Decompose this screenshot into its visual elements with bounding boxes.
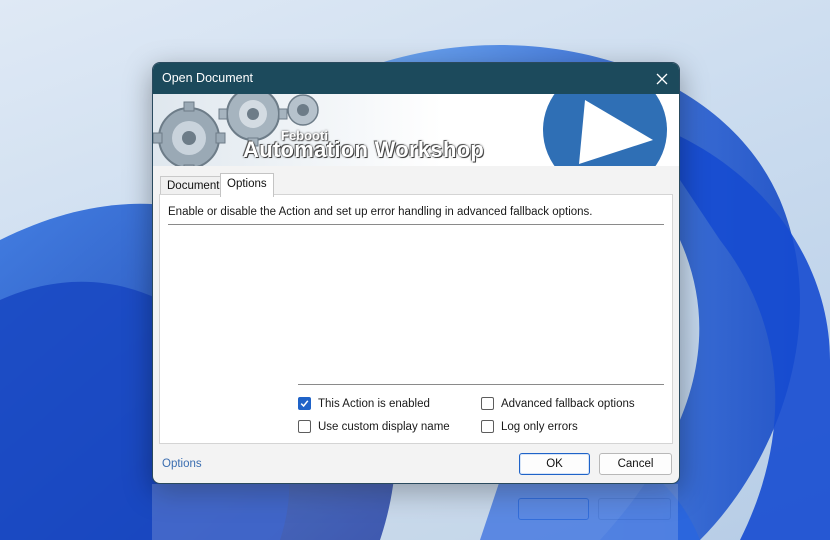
separator-line <box>298 384 664 385</box>
close-button[interactable] <box>645 63 679 94</box>
product-banner: Febooti Automation Workshop <box>153 94 679 166</box>
checkbox-unchecked-icon <box>481 420 494 433</box>
brand-product-name: Automation Workshop <box>243 137 485 162</box>
options-description: Enable or disable the Action and set up … <box>168 206 593 218</box>
play-icon <box>543 94 667 166</box>
checkbox-checked-icon <box>298 397 311 410</box>
options-link[interactable]: Options <box>162 458 202 470</box>
cancel-button[interactable]: Cancel <box>599 453 672 475</box>
open-document-dialog: Open Document Febooti Automation Worksho… <box>152 62 680 484</box>
checkbox-unchecked-icon <box>298 420 311 433</box>
checkbox-label: Advanced fallback options <box>501 397 635 410</box>
dialog-titlebar[interactable]: Open Document <box>153 63 679 94</box>
checkbox-unchecked-icon <box>481 397 494 410</box>
ok-button[interactable]: OK <box>519 453 590 475</box>
options-panel: Enable or disable the Action and set up … <box>159 194 673 444</box>
dialog-title: Open Document <box>162 71 254 85</box>
log-only-errors-checkbox[interactable]: Log only errors <box>481 420 578 433</box>
separator-line <box>168 224 664 225</box>
tab-options[interactable]: Options <box>220 173 274 197</box>
advanced-fallback-checkbox[interactable]: Advanced fallback options <box>481 397 635 410</box>
custom-display-name-checkbox[interactable]: Use custom display name <box>298 420 450 433</box>
enabled-checkbox[interactable]: This Action is enabled <box>298 397 430 410</box>
checkbox-label: Use custom display name <box>318 420 450 433</box>
checkbox-label: Log only errors <box>501 420 578 433</box>
tab-document[interactable]: Document <box>160 176 227 196</box>
checkbox-label: This Action is enabled <box>318 397 430 410</box>
close-icon <box>656 73 668 84</box>
